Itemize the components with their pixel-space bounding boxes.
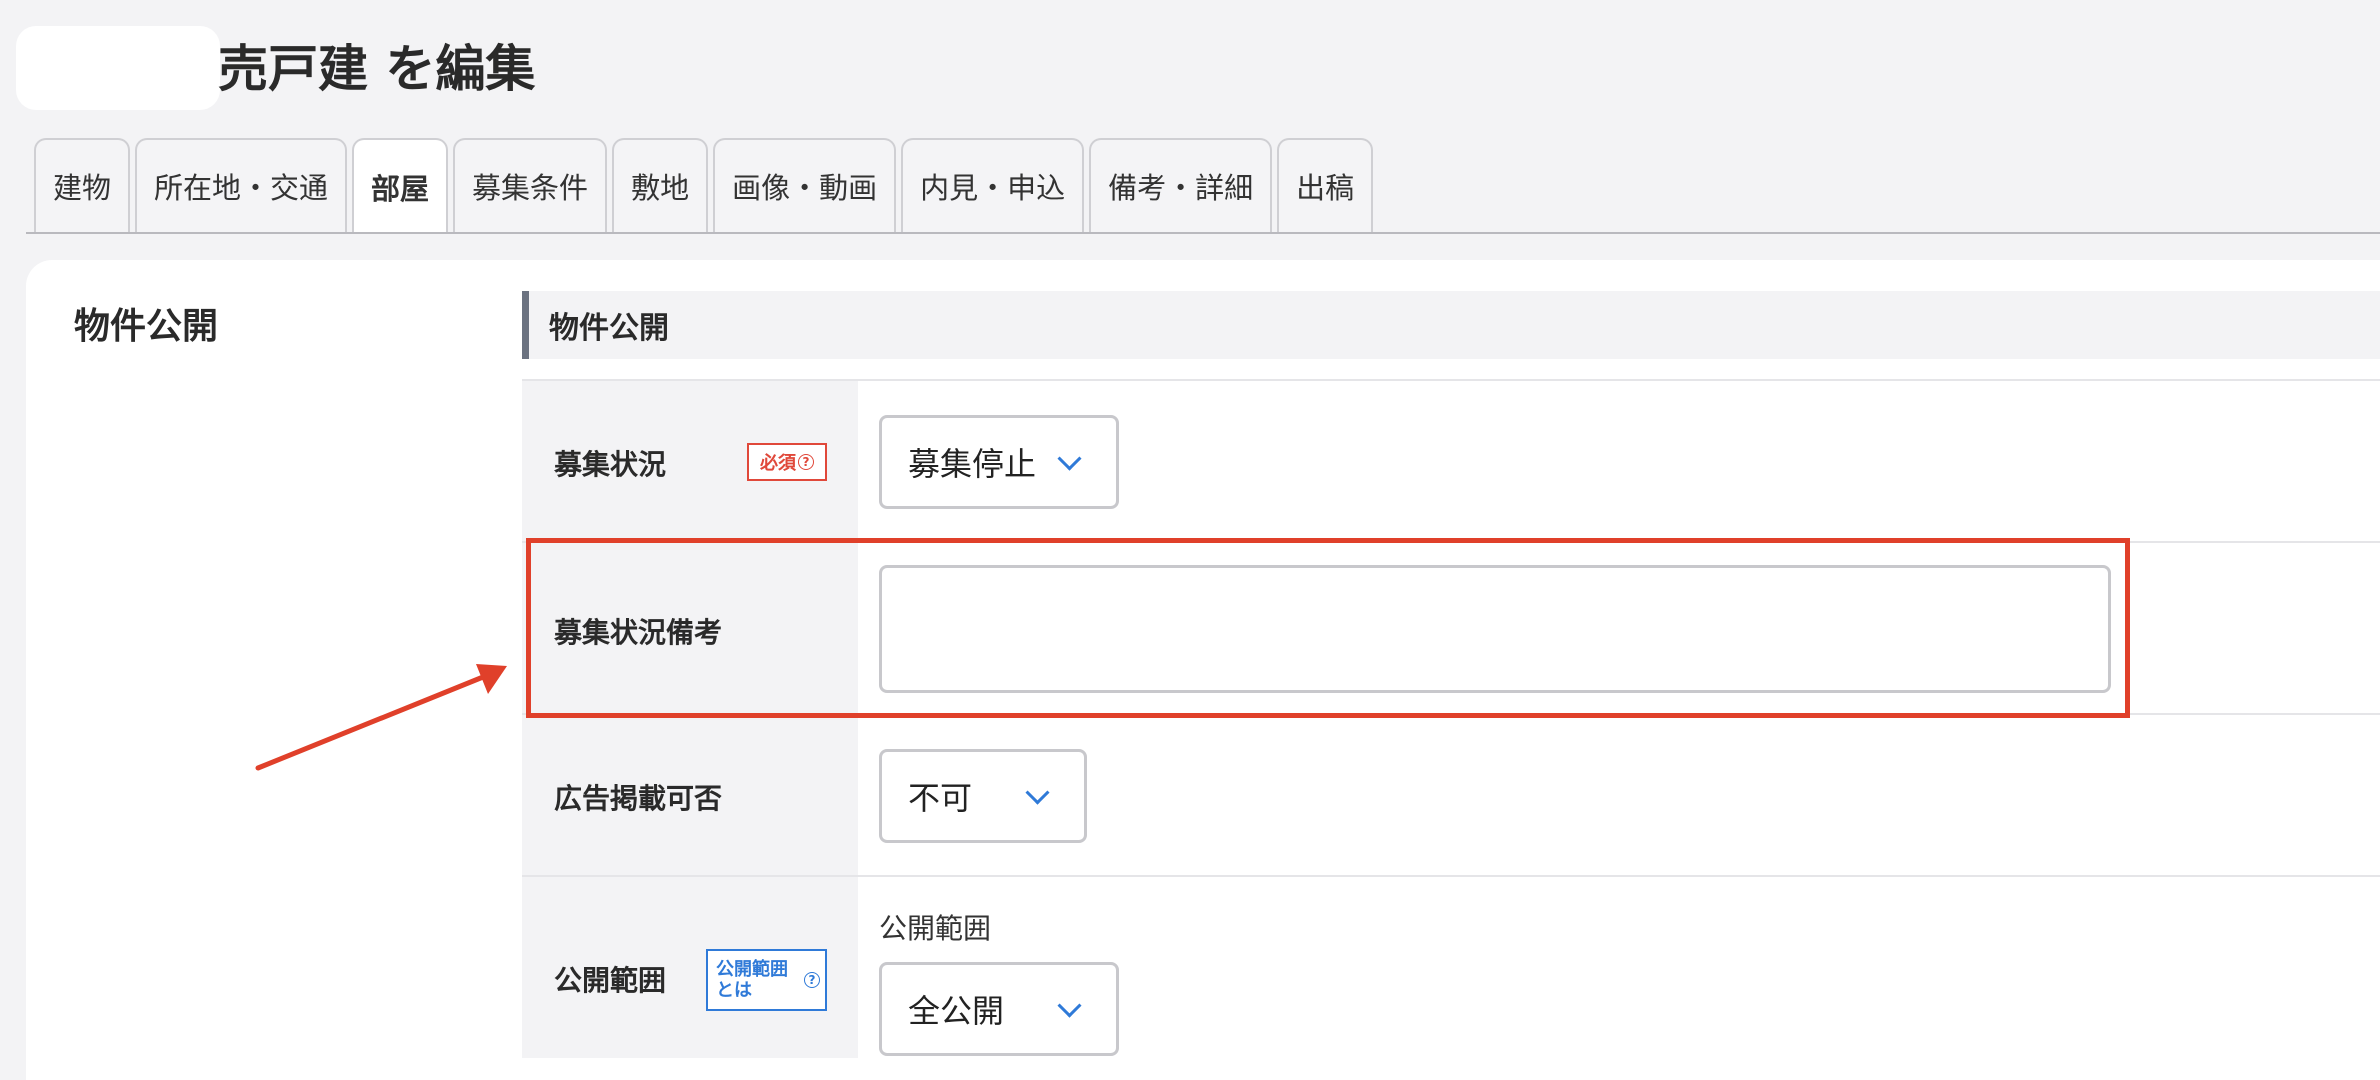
- annotation-arrow-icon: [255, 664, 507, 771]
